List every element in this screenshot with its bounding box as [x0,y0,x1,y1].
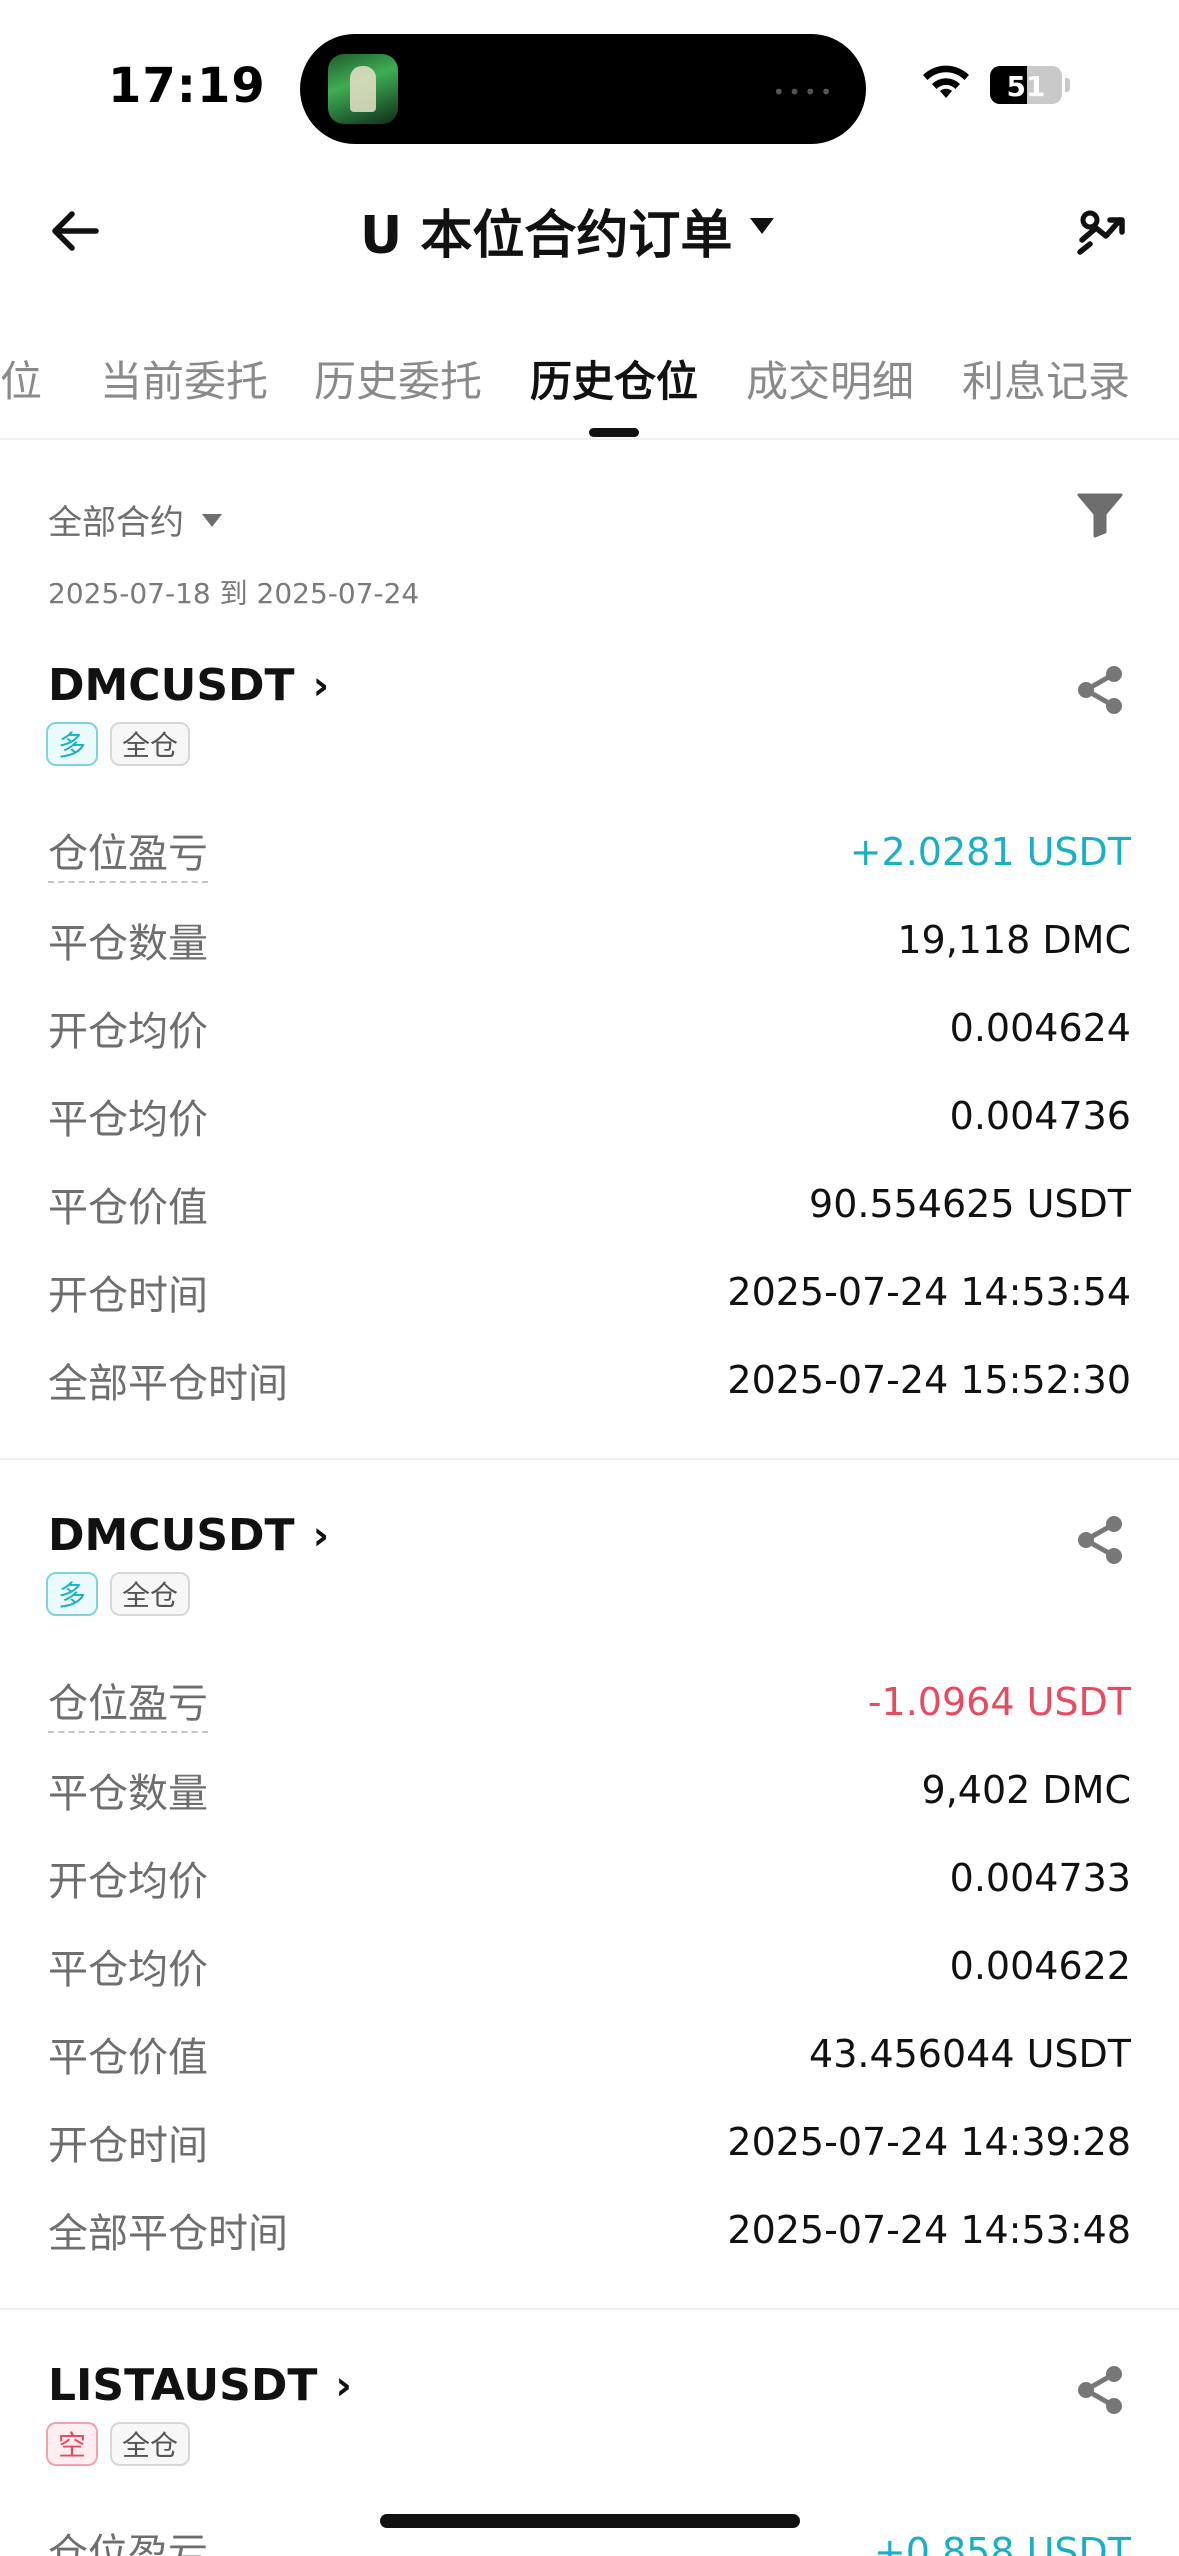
page-title: U 本位合约订单 [360,205,733,266]
close-quantity-row: 平仓数量 19,118 DMC [48,910,1131,970]
close-quantity-value: 19,118 DMC [897,918,1131,962]
position-symbol: DMCUSDT [48,1510,295,1561]
open-time-value: 2025-07-24 14:53:54 [727,1270,1131,1314]
close-price-value: 0.004736 [949,1094,1131,1138]
battery-icon: 51 [990,66,1062,104]
header: U 本位合约订单 [0,180,1179,280]
close-time-value: 2025-07-24 15:52:30 [727,1358,1131,1402]
side-badge: 空 [46,2422,99,2466]
margin-mode-badge: 全仓 [110,2422,191,2466]
pnl-label[interactable]: 仓位盈亏 [48,821,208,883]
close-quantity-label: 平仓数量 [48,921,208,967]
battery-nub [1065,78,1070,92]
position-symbol-link[interactable]: DMCUSDT › [48,660,329,711]
status-time: 17:19 [108,58,266,114]
close-time-row: 全部平仓时间 2025-07-24 15:52:30 [48,1350,1131,1410]
open-time-label: 开仓时间 [48,2123,208,2169]
contract-filter-label: 全部合约 [48,503,184,543]
tab-position-history[interactable]: 历史仓位 [530,348,698,409]
tab-positions[interactable]: 仓位 [0,348,42,409]
side-badge: 多 [46,1572,99,1616]
close-value-value: 90.554625 USDT [809,1182,1131,1226]
position-symbol: DMCUSDT [48,660,295,711]
close-quantity-row: 平仓数量 9,402 DMC [48,1760,1131,1820]
close-price-label: 平仓均价 [48,1097,208,1143]
margin-mode-badge: 全仓 [110,1572,191,1616]
close-price-row: 平仓均价 0.004736 [48,1086,1131,1146]
close-value-row: 平仓价值 90.554625 USDT [48,1174,1131,1234]
open-price-row: 开仓均价 0.004624 [48,998,1131,1058]
funnel-icon[interactable] [1076,492,1124,538]
island-activity-icon: •••• [772,80,836,104]
side-badge: 多 [46,722,99,766]
close-value-row: 平仓价值 43.456044 USDT [48,2024,1131,2084]
pnl-row: 仓位盈亏 +2.0281 USDT [48,821,1131,883]
caret-down-icon [202,514,222,527]
contract-filter-dropdown[interactable]: 全部合约 [48,495,222,544]
close-time-label: 全部平仓时间 [48,2211,288,2257]
tab-open-orders[interactable]: 当前委托 [100,348,268,409]
caret-down-icon [750,218,775,234]
position-symbol-link[interactable]: DMCUSDT › [48,1510,329,1561]
wifi-icon [923,65,969,98]
position-tags: 多 全仓 [46,1572,191,1616]
pnl-value: +2.0281 USDT [849,830,1131,874]
chevron-right-icon: › [312,1512,330,1559]
share-icon[interactable] [1074,664,1126,716]
order-tabs: 仓位 当前委托 历史委托 历史仓位 成交明细 利息记录 [0,330,1179,440]
margin-mode-badge: 全仓 [110,722,191,766]
share-export-icon[interactable] [1076,206,1128,258]
open-time-row: 开仓时间 2025-07-24 14:53:54 [48,1262,1131,1322]
open-time-value: 2025-07-24 14:39:28 [727,2120,1131,2164]
close-value-label: 平仓价值 [48,2035,208,2081]
open-price-row: 开仓均价 0.004733 [48,1848,1131,1908]
close-value-label: 平仓价值 [48,1185,208,1231]
battery-level: 51 [1006,70,1046,103]
close-time-row: 全部平仓时间 2025-07-24 14:53:48 [48,2200,1131,2260]
close-price-row: 平仓均价 0.004622 [48,1936,1131,1996]
pnl-value: +0.858 USDT [873,2530,1131,2556]
open-price-value: 0.004624 [949,1006,1131,1050]
close-time-value: 2025-07-24 14:53:48 [727,2208,1131,2252]
close-time-label: 全部平仓时间 [48,1361,288,1407]
close-quantity-value: 9,402 DMC [921,1768,1131,1812]
open-time-label: 开仓时间 [48,1273,208,1319]
close-price-label: 平仓均价 [48,1947,208,1993]
open-price-value: 0.004733 [949,1856,1131,1900]
share-icon[interactable] [1074,1514,1126,1566]
pnl-label[interactable]: 仓位盈亏 [48,1671,208,1733]
position-tags: 空 全仓 [46,2422,191,2466]
contract-type-selector[interactable]: U 本位合约订单 [360,198,775,266]
tab-label: 位 [0,357,43,406]
close-price-value: 0.004622 [949,1944,1131,1988]
chevron-right-icon: › [335,2362,352,2409]
arrow-left-icon[interactable] [48,204,102,258]
pnl-value: -1.0964 USDT [867,1680,1131,1724]
open-time-row: 开仓时间 2025-07-24 14:39:28 [48,2112,1131,2172]
now-playing-thumbnail [328,54,398,124]
chevron-right-icon: › [312,662,330,709]
card-divider [0,2308,1179,2310]
date-range: 2025-07-18 到 2025-07-24 [48,577,420,610]
share-icon[interactable] [1074,2364,1126,2416]
pnl-row: 仓位盈亏 -1.0964 USDT [48,1671,1131,1733]
close-value-value: 43.456044 USDT [809,2032,1131,2076]
close-quantity-label: 平仓数量 [48,1771,208,1817]
status-bar: 17:19 •••• 51 [0,0,1179,150]
pnl-label[interactable]: 仓位盈亏 [48,2521,208,2556]
dynamic-island: •••• [300,34,866,144]
open-price-label: 开仓均价 [48,1009,208,1055]
tab-order-history[interactable]: 历史委托 [314,348,482,409]
active-tab-indicator [589,428,639,437]
tab-interest-records[interactable]: 利息记录 [962,348,1130,409]
position-tags: 多 全仓 [46,722,191,766]
position-symbol: LISTAUSDT [48,2360,318,2411]
card-divider [0,1458,1179,1460]
position-symbol-link[interactable]: LISTAUSDT › [48,2360,352,2411]
home-indicator[interactable] [380,2514,800,2528]
open-price-label: 开仓均价 [48,1859,208,1905]
tab-trade-details[interactable]: 成交明细 [746,348,914,409]
